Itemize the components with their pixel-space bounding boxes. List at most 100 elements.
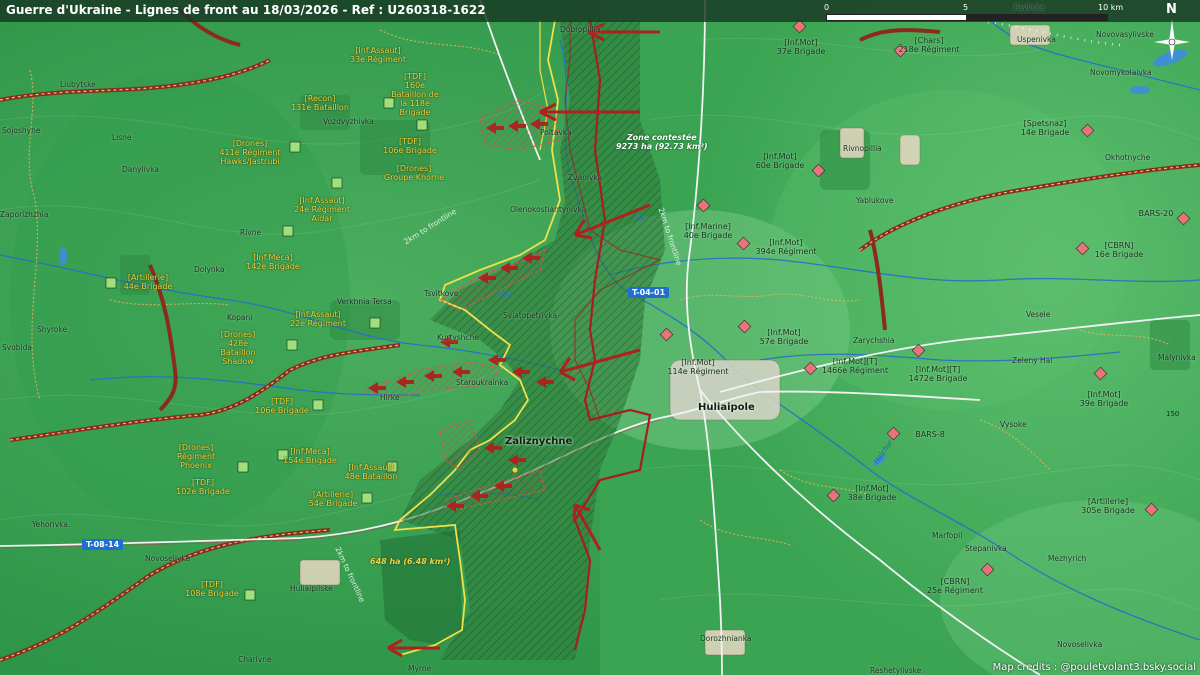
ua-unit-marker[interactable]: [Inf.Assaut] 33e Régiment: [350, 46, 406, 64]
unit-type: [Inf.Mot][T]: [915, 365, 961, 374]
place-label[interactable]: Yehorivka: [32, 520, 68, 529]
ru-unit-marker[interactable]: [Inf.Marine] 40e Brigade: [684, 222, 733, 240]
place-label[interactable]: Danylivka: [122, 165, 159, 174]
place-label[interactable]: Rivnopillia: [843, 144, 882, 153]
place-label[interactable]: Mezhyrich: [1048, 554, 1086, 563]
ua-unit-marker[interactable]: [Artillerie] 44e Brigade: [124, 273, 173, 291]
ua-unit-marker[interactable]: [Drones] Groupe Khorne: [384, 164, 444, 182]
town-label-zaliznychne[interactable]: Zaliznychne: [505, 436, 572, 447]
place-label[interactable]: Verkhnia Tersa: [337, 297, 392, 306]
place-label[interactable]: Novoselivka: [145, 554, 190, 563]
ua-unit-marker[interactable]: [TDF] 106e Brigade: [383, 137, 437, 155]
ua-unit-marker[interactable]: [Drones] Régiment Phoenix: [173, 443, 219, 470]
ua-unit-marker[interactable]: [TDF] 160e Bataillon de la 118e Brigade: [391, 72, 439, 117]
unit-name: 106e Brigade: [383, 146, 437, 155]
place-label[interactable]: Marfopil: [932, 531, 962, 540]
place-label[interactable]: Shyroke: [37, 325, 67, 334]
ua-unit-marker[interactable]: [Inf.Meca] 142e Brigade: [246, 253, 300, 271]
contested-zone-label: Zone contestée 9273 ha (92.73 km²): [616, 133, 708, 151]
place-label[interactable]: Novomykolaivka: [1090, 68, 1152, 77]
unit-type: [Spetsnaz]: [1023, 119, 1067, 128]
place-label[interactable]: Okhotnyche: [1105, 153, 1150, 162]
ru-unit-marker[interactable]: BARS-8: [915, 430, 945, 439]
ua-unit-marker[interactable]: [Inf.Assaut] 22e Régiment: [290, 310, 346, 328]
ru-unit-marker[interactable]: [CBRN] 16e Brigade: [1095, 241, 1144, 259]
place-label[interactable]: Vesele: [1026, 310, 1050, 319]
place-label[interactable]: Svobida: [2, 343, 32, 352]
unit-type: [Drones]: [396, 164, 432, 173]
ua-unit-marker[interactable]: [Drones] 411e Régiment Hawks/Jastrubi: [218, 139, 282, 166]
unit-type: [Inf.Assaut]: [348, 463, 394, 472]
place-label[interactable]: Kurtyshche: [437, 333, 479, 342]
ua-unit-marker[interactable]: [Recon] 131e Bataillon: [291, 94, 349, 112]
ru-unit-marker[interactable]: [Inf.Mot] 37e Brigade: [777, 38, 826, 56]
ru-unit-marker[interactable]: [Chars] 218e Régiment: [898, 36, 959, 54]
ru-unit-marker[interactable]: [Inf.Mot][T] 1472e Brigade: [909, 365, 968, 383]
ua-unit-marker[interactable]: [Inf.Meca] 154e Brigade: [283, 447, 337, 465]
place-label[interactable]: Zvanivka: [568, 173, 602, 182]
ru-unit-marker[interactable]: [Inf.Mot] 38e Brigade: [848, 484, 897, 502]
place-label[interactable]: Dorozhnianka: [700, 634, 752, 643]
place-label[interactable]: Sviatopetrivka: [503, 311, 557, 320]
ua-unit-marker[interactable]: [Artillerie] 54e Brigade: [309, 490, 358, 508]
place-label[interactable]: Vozdvyzhivka: [323, 117, 374, 126]
place-label[interactable]: Liubytske: [60, 80, 96, 89]
ua-unit-marker[interactable]: [Drones] 428e Bataillon Shadow: [213, 330, 263, 366]
unit-type: [Inf.Mot]: [767, 328, 801, 337]
place-label[interactable]: Zarychshia: [853, 336, 894, 345]
scale-tick-5: 5: [963, 3, 969, 12]
unit-type: [Drones]: [220, 330, 256, 339]
place-label[interactable]: Novoselivka: [1057, 640, 1102, 649]
place-label[interactable]: Uspenivka: [1017, 35, 1056, 44]
place-label[interactable]: Hirke: [380, 393, 400, 402]
ru-unit-marker[interactable]: [Artillerie] 305e Brigade: [1081, 497, 1135, 515]
map-canvas[interactable]: Guerre d'Ukraine - Lignes de front au 18…: [0, 0, 1200, 675]
unit-name: 142e Brigade: [246, 262, 300, 271]
place-label[interactable]: Zaporizhzhia: [0, 210, 48, 219]
town-label-huliaipole[interactable]: Huliaipole: [698, 402, 755, 413]
unit-name: 60e Brigade: [755, 161, 805, 170]
unit-name: 40e Brigade: [683, 231, 733, 240]
ru-unit-marker[interactable]: [Inf.Mot] 394e Régiment: [755, 238, 816, 256]
place-label[interactable]: Stepanivka: [965, 544, 1007, 553]
place-label[interactable]: Malynivka: [1158, 353, 1196, 362]
place-label[interactable]: Poltavka: [540, 128, 572, 137]
unit-type: [Inf.Mot]: [769, 238, 803, 247]
ua-unit-marker[interactable]: [TDF] 108e Brigade: [185, 580, 239, 598]
place-label[interactable]: Vysoke: [1000, 420, 1027, 429]
place-label[interactable]: Novovasylivske: [1096, 30, 1154, 39]
place-label[interactable]: Kopani: [227, 313, 252, 322]
ua-unit-marker[interactable]: [TDF] 106e Brigade: [255, 397, 309, 415]
unit-name: 1466e Régiment: [821, 366, 889, 375]
ua-unit-marker[interactable]: [TDF] 102e Brigade: [176, 478, 230, 496]
unit-type: [Inf.Mot]: [763, 152, 797, 161]
ru-unit-marker[interactable]: [Inf.Mot] 39e Brigade: [1080, 390, 1129, 408]
place-label[interactable]: Rivne: [240, 228, 261, 237]
place-label[interactable]: Pavlivka: [1014, 3, 1045, 12]
place-label[interactable]: Huliaipilske: [290, 584, 333, 593]
place-label[interactable]: Zeleny Hai: [1012, 356, 1052, 365]
place-label[interactable]: Dolynka: [194, 265, 224, 274]
place-label[interactable]: Lisne: [112, 133, 132, 142]
place-label[interactable]: Dobropillia: [560, 25, 600, 34]
place-label[interactable]: Reshetylivske: [870, 666, 921, 675]
place-label[interactable]: Tsvitkove: [424, 289, 458, 298]
ua-unit-marker[interactable]: [Inf.Assaut] 24e Régiment Aidar: [294, 196, 350, 223]
ru-unit-marker[interactable]: [Inf.Mot] 57e Brigade: [760, 328, 809, 346]
unit-type: [Inf.Assaut]: [299, 196, 345, 205]
ru-unit-marker[interactable]: [CBRN] 25e Régiment: [927, 577, 983, 595]
unit-name: 48e Bataillon: [344, 472, 398, 481]
place-label[interactable]: Olenokostiantynivka: [510, 205, 586, 214]
place-label[interactable]: Yablukove: [856, 196, 893, 205]
place-label[interactable]: Sojoshyne: [2, 126, 41, 135]
ua-unit-marker[interactable]: [Inf.Assaut] 48e Bataillon: [345, 463, 398, 481]
scale-segment-black: [966, 14, 1108, 21]
ru-unit-marker[interactable]: [Inf.Mot][T] 1466e Régiment: [822, 357, 888, 375]
ru-unit-marker[interactable]: [Inf.Mot] 114e Régiment: [667, 358, 728, 376]
place-label[interactable]: Charivne: [238, 655, 272, 664]
ru-unit-marker[interactable]: BARS-20: [1139, 209, 1174, 218]
ru-unit-marker[interactable]: [Spetsnaz] 14e Brigade: [1021, 119, 1070, 137]
place-label[interactable]: Myrne: [408, 664, 431, 673]
ru-unit-marker[interactable]: [Inf.Mot] 60e Brigade: [756, 152, 805, 170]
place-label[interactable]: Staroukrainka: [456, 378, 508, 387]
